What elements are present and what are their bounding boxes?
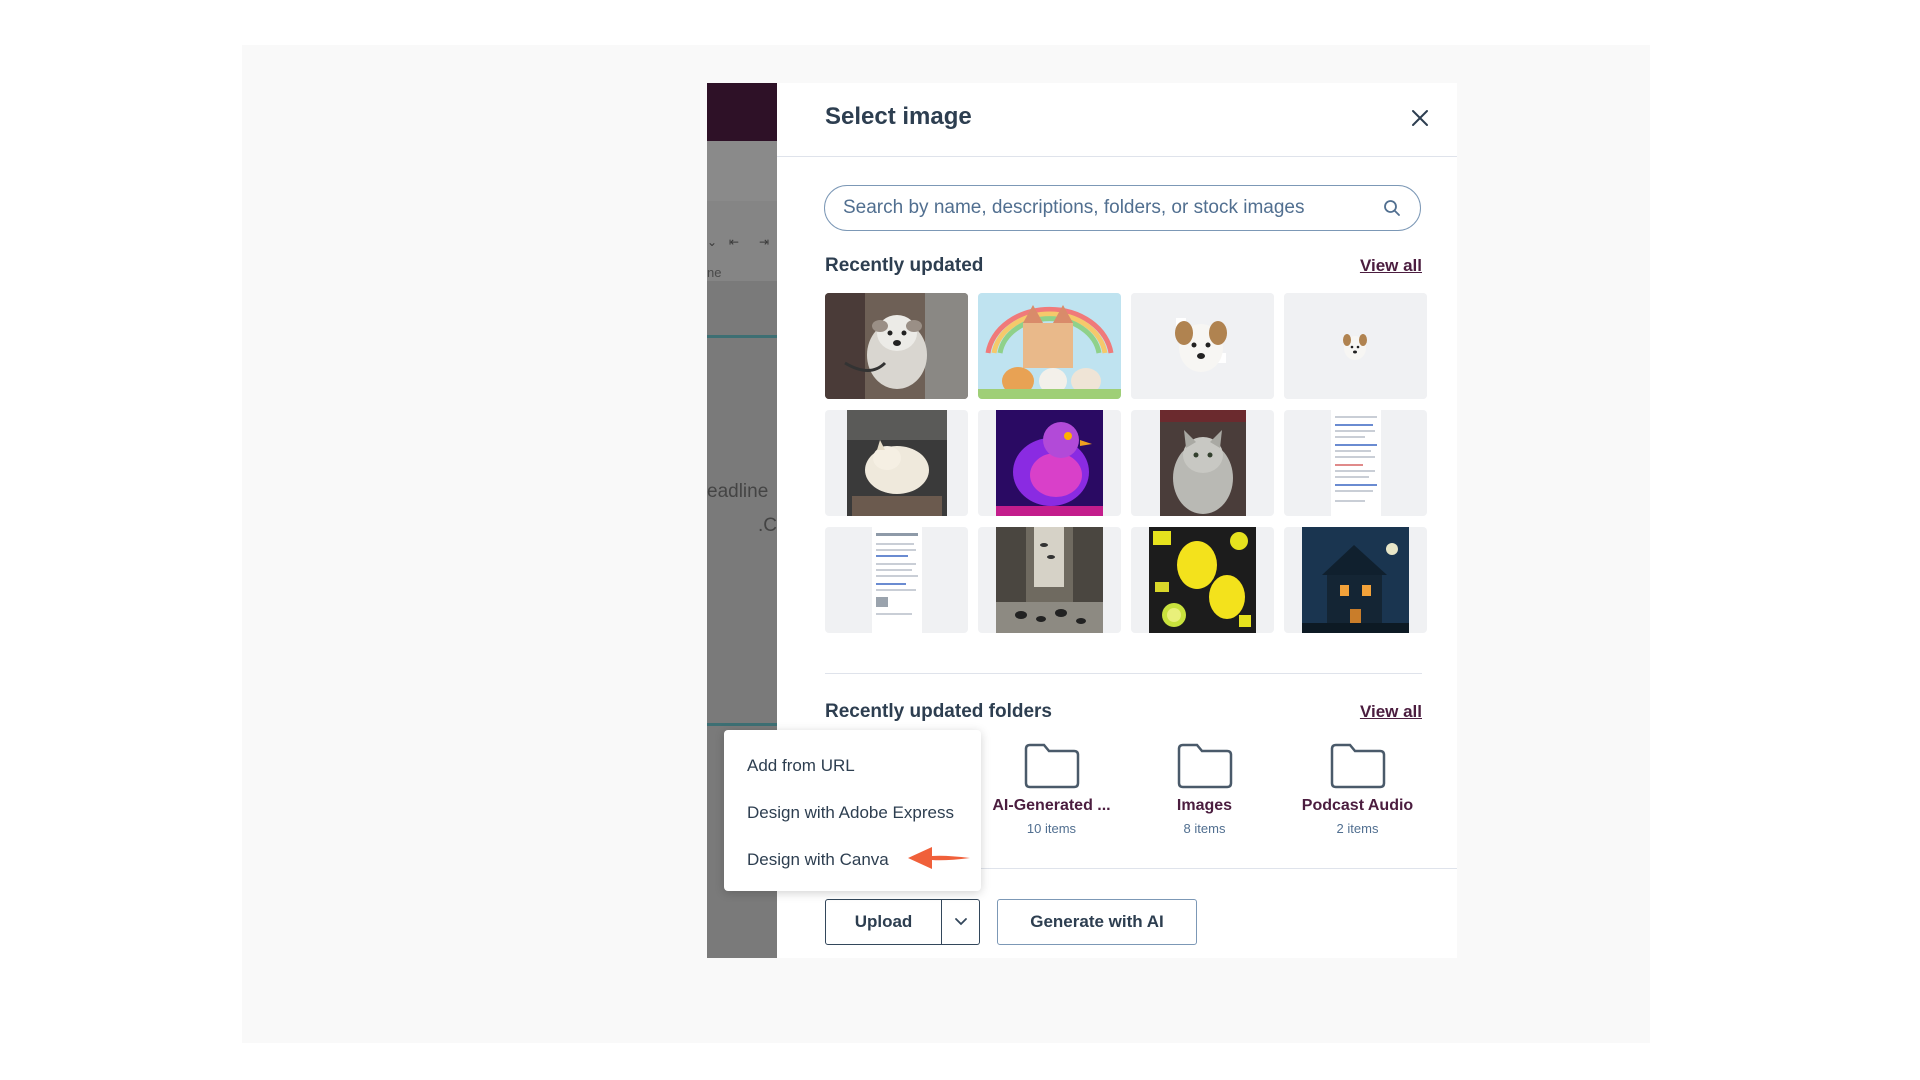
image-thumbnail-document-screenshot-1[interactable] [1284,410,1427,516]
image-thumbnail-dog-on-leash[interactable] [825,293,968,399]
menu-item-add-from-url[interactable]: Add from URL [724,742,981,789]
folder-name: Podcast Audio [1301,797,1414,814]
upload-dropdown-toggle[interactable] [942,899,980,945]
app-header-strip [707,141,777,201]
folder-count: 10 items [1026,821,1077,836]
chevron-down-icon [954,918,967,926]
editor-headline-text: eadline [707,481,769,502]
editor-border [707,335,777,338]
indent-icon: ⇥ [759,235,770,249]
folder-count: 8 items [1183,821,1226,836]
editor-border-bottom [707,723,777,726]
image-thumbnail-haunted-house[interactable] [1284,527,1427,633]
folder-ai-generated[interactable]: AI-Generated ... 10 items [975,743,1128,836]
image-grid [825,293,1427,633]
app-topbar [707,83,777,141]
generate-with-ai-button[interactable]: Generate with AI [997,899,1197,945]
view-all-images-link[interactable]: View all [1360,256,1422,276]
modal-header: Select image [777,83,1457,157]
folder-icon [1177,743,1232,789]
search-icon[interactable] [1382,198,1402,218]
image-thumbnail-neon-pigeon[interactable] [978,410,1121,516]
close-button[interactable] [1403,101,1437,135]
menu-item-design-with-adobe-express[interactable]: Design with Adobe Express [724,789,981,836]
image-thumbnail-dog-cutout-large[interactable] [1131,293,1274,399]
folder-name: Images [1176,797,1233,814]
section-divider [825,673,1422,674]
image-thumbnail-gray-cat[interactable] [1131,410,1274,516]
close-icon [1412,110,1428,126]
image-thumbnail-document-screenshot-2[interactable] [825,527,968,633]
image-thumbnail-cat-on-chair[interactable] [825,410,968,516]
upload-split-button: Upload [825,899,980,945]
folder-icon [1330,743,1385,789]
toolbar-chevron-icon: ⌄ [707,235,718,249]
image-thumbnail-city-pigeons[interactable] [978,527,1121,633]
image-thumbnail-rainbow-castle[interactable] [978,293,1121,399]
search-input[interactable] [843,197,1382,219]
folder-icon [1024,743,1079,789]
upload-button[interactable]: Upload [825,899,942,945]
folder-name: AI-Generated ... [992,797,1111,814]
view-all-folders-link[interactable]: View all [1360,702,1422,722]
recently-updated-folders-title: Recently updated folders [825,701,1052,722]
toolbar-cut-text: ne [707,265,722,280]
folder-list: AI-Generated ... 10 items Images 8 items… [975,743,1434,836]
recently-updated-folders-header: Recently updated folders View all [825,701,1422,723]
folder-images[interactable]: Images 8 items [1128,743,1281,836]
image-thumbnail-dog-cutout-small[interactable] [1284,293,1427,399]
outdent-icon: ⇤ [729,235,740,249]
recently-updated-header: Recently updated View all [825,255,1422,277]
annotation-arrow-icon [908,847,970,869]
folder-count: 2 items [1336,821,1379,836]
recently-updated-title: Recently updated [825,255,984,276]
editor-partial-text: .C [758,515,777,536]
modal-title: Select image [825,103,972,130]
folder-podcast-audio[interactable]: Podcast Audio 2 items [1281,743,1434,836]
image-thumbnail-lemons-pattern[interactable] [1131,527,1274,633]
search-field[interactable] [824,185,1421,231]
